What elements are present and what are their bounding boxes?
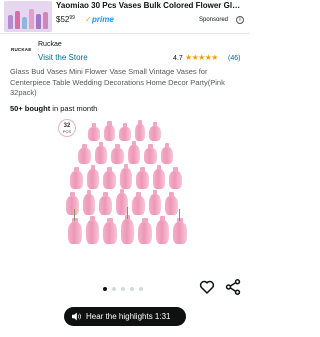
- speaker-icon: [72, 312, 81, 321]
- pack-count-badge: 32 PCS: [58, 119, 76, 137]
- heart-icon[interactable]: [198, 278, 216, 296]
- share-icon[interactable]: [224, 278, 242, 296]
- sponsored-ad-banner[interactable]: Yaomiao 30 Pcs Vases Bulk Colored Flower…: [0, 0, 250, 34]
- carousel-dot[interactable]: [112, 287, 116, 291]
- carousel-dot[interactable]: [103, 287, 107, 291]
- info-icon[interactable]: i: [236, 16, 244, 24]
- checkmark-icon: ✓: [85, 15, 92, 24]
- product-title: Glass Bud Vases Mini Flower Vase Small V…: [10, 67, 225, 97]
- hear-highlights-button[interactable]: Hear the highlights 1:31: [64, 307, 186, 326]
- image-carousel-dots[interactable]: [103, 286, 148, 292]
- carousel-dot[interactable]: [130, 287, 134, 291]
- star-icon[interactable]: ★★★★★: [185, 53, 218, 62]
- brand-logo[interactable]: RUCKAE: [11, 47, 31, 52]
- highlights-label: Hear the highlights 1:31: [86, 312, 171, 321]
- bought-in-past-month: 50+ bought in past month: [10, 104, 98, 113]
- carousel-dot[interactable]: [121, 287, 125, 291]
- carousel-dot[interactable]: [139, 287, 143, 291]
- sponsored-product-thumbnail[interactable]: [4, 1, 52, 32]
- rating-value: 4.7: [173, 55, 183, 62]
- rating-count-link[interactable]: (46): [228, 55, 240, 62]
- prime-badge: prime: [92, 15, 114, 24]
- visit-store-link[interactable]: Visit the Store: [38, 53, 88, 62]
- brand-name: Ruckae: [38, 41, 62, 48]
- sponsored-label: Sponsored: [199, 17, 229, 23]
- sponsored-price: $5299: [56, 15, 75, 24]
- sponsored-product-title[interactable]: Yaomiao 30 Pcs Vases Bulk Colored Flower…: [56, 1, 246, 10]
- product-image[interactable]: 32 PCS: [58, 119, 193, 248]
